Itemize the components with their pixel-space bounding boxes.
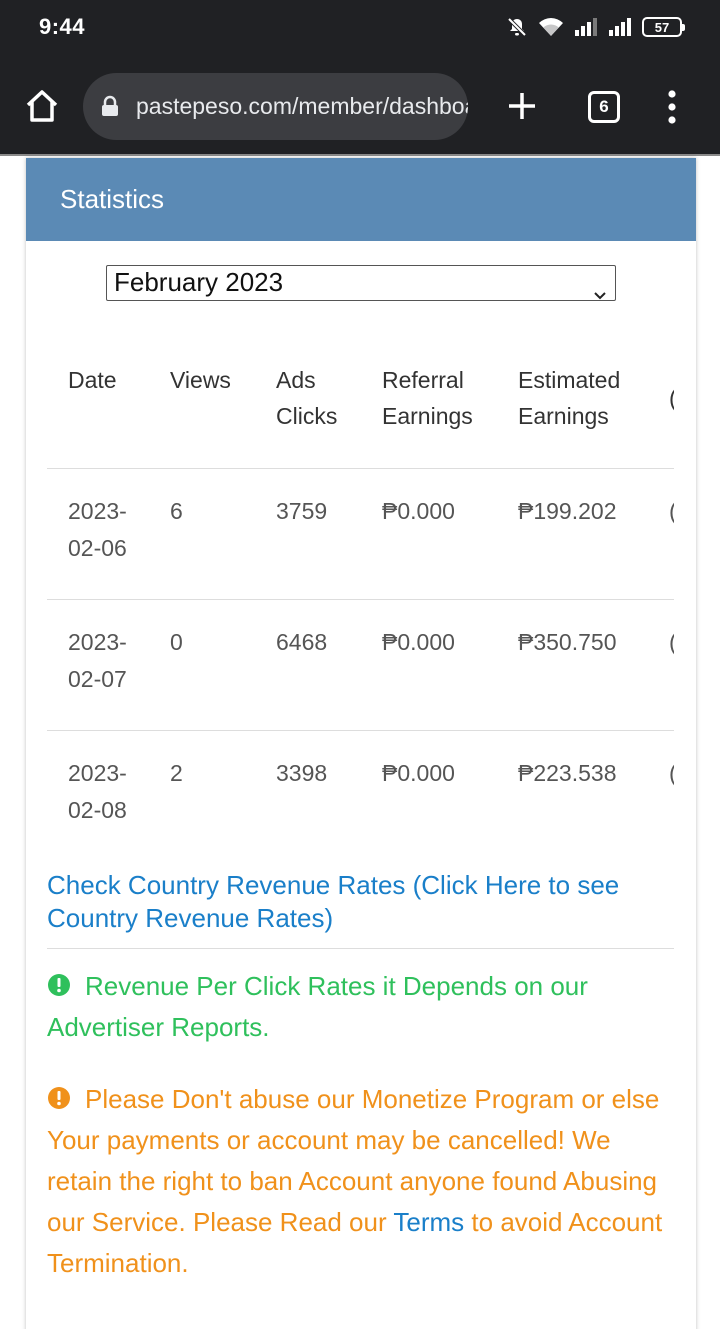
cell-clipped: (	[669, 493, 674, 530]
lock-icon	[100, 95, 120, 117]
mute-bell-icon	[506, 16, 528, 38]
revenue-notice-text: Revenue Per Click Rates it Depends on ou…	[47, 971, 588, 1042]
column-header-views: Views	[170, 367, 231, 393]
column-header-clipped: (	[669, 380, 674, 416]
wifi-icon	[538, 16, 564, 38]
cell-clipped: (	[669, 624, 674, 661]
cell-estimated-earnings: ₱199.202	[518, 498, 617, 524]
status-icons: 57	[506, 14, 685, 40]
page-content: Statistics February 2023 Date Views Ads …	[0, 156, 720, 1329]
tabs-icon[interactable]: 6	[588, 91, 620, 123]
url-text: pastepeso.com/member/dashboard	[136, 93, 468, 119]
cell-views: 6	[170, 498, 183, 524]
cell-referral-earnings: ₱0.000	[382, 498, 455, 524]
column-header-date: Date	[68, 367, 117, 393]
cell-views: 0	[170, 629, 183, 655]
column-header-referral-earnings: Referral Earnings	[382, 367, 473, 429]
status-bar: 9:44 57	[0, 0, 720, 56]
card-title: Statistics	[26, 158, 696, 241]
signal-icon	[574, 16, 598, 38]
statistics-card: Statistics February 2023 Date Views Ads …	[26, 158, 696, 1329]
abuse-warning: Please Don't abuse our Monetize Program …	[47, 1079, 667, 1284]
revenue-notice: Revenue Per Click Rates it Depends on ou…	[47, 966, 667, 1048]
table-row: 2023-02-07 0 6468 ₱0.000 ₱350.750 (	[47, 600, 674, 731]
home-icon[interactable]	[22, 86, 62, 126]
column-header-estimated-earnings: Estimated Earnings	[518, 367, 621, 429]
chevron-down-icon	[593, 277, 607, 300]
address-bar[interactable]: pastepeso.com/member/dashboard	[83, 73, 468, 140]
plus-icon[interactable]	[505, 89, 539, 123]
table-header: Date Views Ads Clicks Referral Earnings Es…	[47, 308, 674, 469]
status-time: 9:44	[39, 14, 86, 39]
signal-icon	[608, 16, 632, 38]
table-row: 2023-02-06 6 3759 ₱0.000 ₱199.202 (	[47, 469, 674, 600]
column-header-ads-clicks: Ads Clicks	[276, 367, 338, 429]
browser-toolbar: pastepeso.com/member/dashboard 6	[0, 56, 720, 154]
cell-estimated-earnings: ₱223.538	[518, 760, 617, 786]
more-vert-icon[interactable]	[665, 89, 679, 125]
cell-views: 2	[170, 760, 183, 786]
warning-circle-icon	[47, 1081, 71, 1109]
cell-ads-clicks: 6468	[276, 629, 328, 655]
cell-date: 2023- 02-07	[68, 629, 127, 692]
cell-clipped: (	[669, 755, 674, 792]
cell-referral-earnings: ₱0.000	[382, 760, 455, 786]
cell-referral-earnings: ₱0.000	[382, 629, 455, 655]
divider	[47, 948, 674, 949]
month-select-value: February 2023	[114, 267, 284, 297]
cell-date: 2023- 02-06	[68, 498, 127, 561]
alert-circle-icon	[47, 968, 71, 996]
battery-icon: 57	[642, 17, 685, 37]
cell-date: 2023- 02-08	[68, 760, 127, 823]
month-select[interactable]: February 2023	[106, 265, 616, 301]
table-row: 2023-02-08 2 3398 ₱0.000 ₱223.538 (	[47, 731, 674, 858]
cell-ads-clicks: 3398	[276, 760, 328, 786]
terms-link[interactable]: Terms	[393, 1207, 464, 1237]
statistics-table: Date Views Ads Clicks Referral Earnings Es…	[47, 308, 674, 858]
cell-ads-clicks: 3759	[276, 498, 328, 524]
cell-estimated-earnings: ₱350.750	[518, 629, 617, 655]
country-rates-link[interactable]: Check Country Revenue Rates (Click Here …	[47, 869, 674, 935]
